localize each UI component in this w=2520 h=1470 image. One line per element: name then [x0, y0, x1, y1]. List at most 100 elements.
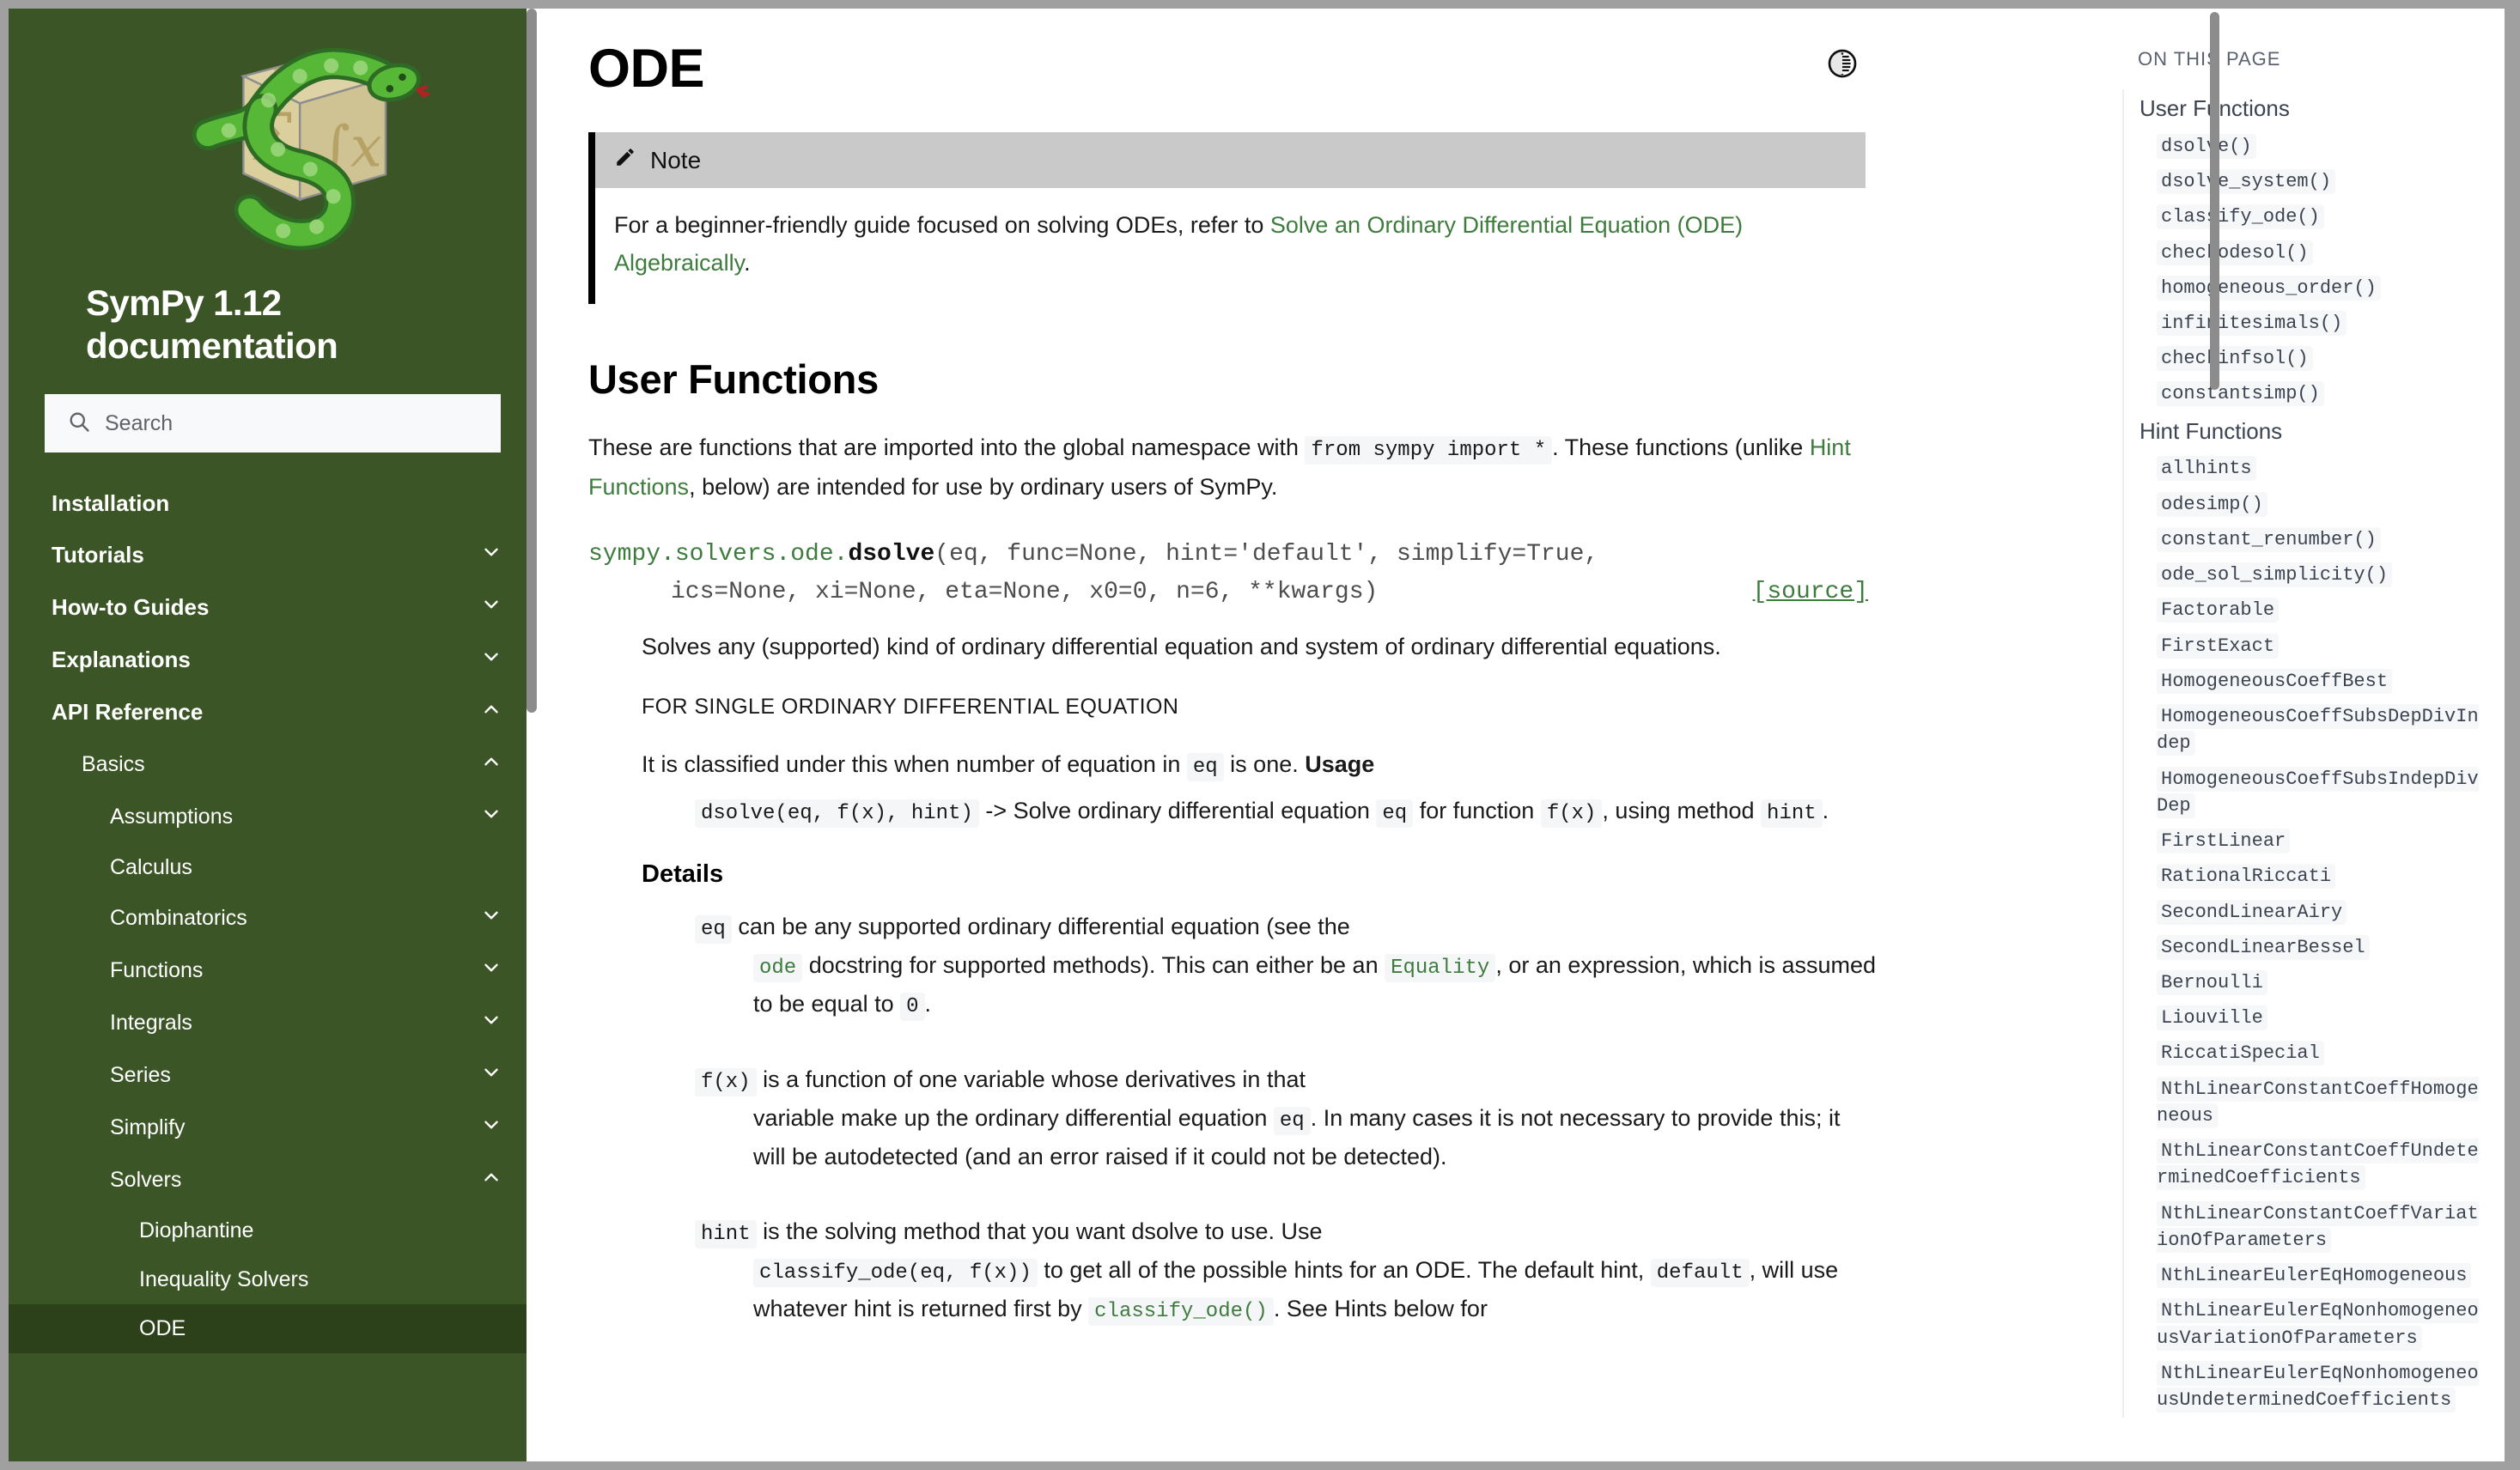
toc-item-homogeneouscoeffbest[interactable]: HomogeneousCoeffBest — [2124, 664, 2480, 699]
toc-item-ode-sol-simplicity-[interactable]: ode_sol_simplicity() — [2124, 557, 2480, 592]
toc-item-firstexact[interactable]: FirstExact — [2124, 629, 2480, 664]
note-title: Note — [650, 146, 702, 173]
toc-item-constant-renumber-[interactable]: constant_renumber() — [2124, 522, 2480, 557]
toc-item-dsolve-[interactable]: dsolve() — [2124, 129, 2480, 164]
toc-item-label: FirstLinear — [2157, 829, 2291, 854]
toc-item-user-functions[interactable]: User Functions — [2124, 89, 2480, 129]
sidebar-item-series[interactable]: Series — [9, 1049, 537, 1102]
toc-item-label: Bernoulli — [2157, 969, 2267, 995]
detail-text: to get all of the possible hints for an … — [1037, 1257, 1651, 1283]
function-description: Solves any (supported) kind of ordinary … — [642, 633, 1721, 659]
detail-code: default — [1650, 1259, 1750, 1287]
chevron-down-icon[interactable] — [480, 1061, 502, 1090]
chevron-down-icon[interactable] — [480, 1114, 502, 1142]
chevron-up-icon[interactable] — [480, 698, 502, 726]
chevron-down-icon[interactable] — [480, 646, 502, 674]
toc-item-liouville[interactable]: Liouville — [2124, 1000, 2480, 1036]
sidebar-item-basics[interactable]: Basics — [9, 738, 537, 791]
note-text-after: . — [744, 249, 751, 276]
toc-item-secondlinearairy[interactable]: SecondLinearAiry — [2124, 895, 2480, 930]
sidebar-item-inequality-solvers[interactable]: Inequality Solvers — [9, 1255, 537, 1304]
sidebar-item-label: Explanations — [52, 647, 191, 673]
sidebar-item-label: Diophantine — [139, 1218, 254, 1243]
toc-item-checkodesol-[interactable]: checkodesol() — [2124, 235, 2480, 270]
sidebar-item-diophantine[interactable]: Diophantine — [9, 1206, 537, 1255]
sidebar-item-tutorials[interactable]: Tutorials — [9, 529, 537, 581]
toc-item-constantsimp-[interactable]: constantsimp() — [2124, 376, 2480, 411]
toc-item-nthlineareulereqhomogeneous[interactable]: NthLinearEulerEqHomogeneous — [2124, 1258, 2480, 1293]
toc-item-checkinfsol-[interactable]: checkinfsol() — [2124, 341, 2480, 376]
sidebar-item-simplify[interactable]: Simplify — [9, 1102, 537, 1154]
sidebar-item-functions[interactable]: Functions — [9, 945, 537, 997]
sidebar-item-assumptions[interactable]: Assumptions — [9, 791, 537, 843]
intro-part-3: , below) are intended for use by ordinar… — [689, 474, 1278, 501]
classified-paragraph: It is classified under this when number … — [642, 745, 1877, 785]
toc-item-nthlineareulereqnonhomogeneousundeterminedcoefficients[interactable]: NthLinearEulerEqNonhomogeneousUndetermin… — [2124, 1356, 2480, 1418]
sidebar-item-solvers[interactable]: Solvers — [9, 1154, 537, 1206]
window-bottom-edge — [0, 1461, 2520, 1470]
toc-item-label: infinitesimals() — [2157, 310, 2347, 336]
chevron-down-icon[interactable] — [480, 957, 502, 985]
sidebar-scrollbar-track[interactable] — [527, 9, 537, 1461]
toc-item-label: SecondLinearAiry — [2157, 899, 2347, 925]
source-link[interactable]: [source] — [1753, 574, 1868, 611]
chevron-down-icon[interactable] — [480, 541, 502, 569]
sidebar-item-explanations[interactable]: Explanations — [9, 634, 537, 686]
toc-item-hint-functions[interactable]: Hint Functions — [2124, 412, 2480, 452]
toc-item-riccatispecial[interactable]: RiccatiSpecial — [2124, 1036, 2480, 1071]
sidebar-item-how-to-guides[interactable]: How-to Guides — [9, 581, 537, 634]
chevron-down-icon[interactable] — [480, 904, 502, 932]
toc-item-label: NthLinearEulerEqNonhomogeneousUndetermin… — [2157, 1360, 2479, 1413]
sidebar-item-integrals[interactable]: Integrals — [9, 997, 537, 1049]
chevron-down-icon[interactable] — [480, 1009, 502, 1037]
sidebar-item-calculus[interactable]: Calculus — [9, 843, 537, 892]
chevron-up-icon[interactable] — [480, 750, 502, 779]
theme-contrast-icon[interactable] — [1825, 46, 1865, 86]
toc-list: User Functions dsolve() dsolve_system() cla… — [2122, 89, 2480, 1418]
note-text-before: For a beginner-friendly guide focused on… — [614, 212, 1270, 238]
function-signature-dsolve: sympy.solvers.ode.dsolve(eq, func=None, … — [588, 536, 1868, 611]
brand-block[interactable]: Σ ∫x 1011 — [9, 9, 537, 367]
chevron-up-icon[interactable] — [480, 1166, 502, 1194]
toc-item-homogeneouscoeffsubsdepdivindep[interactable]: HomogeneousCoeffSubsDepDivIndep — [2124, 699, 2480, 761]
toc-item-homogeneouscoeffsubsindepdivdep[interactable]: HomogeneousCoeffSubsIndepDivDep — [2124, 762, 2480, 823]
toc-item-allhints[interactable]: allhints — [2124, 451, 2480, 486]
rubric-single-ode: FOR SINGLE ORDINARY DIFFERENTIAL EQUATIO… — [642, 695, 1179, 720]
sidebar-item-label: Assumptions — [110, 805, 234, 829]
toc-item-classify-ode-[interactable]: classify_ode() — [2124, 199, 2480, 234]
chevron-down-icon[interactable] — [480, 593, 502, 622]
search-input[interactable]: Search — [45, 394, 501, 453]
sidebar-item-combinatorics[interactable]: Combinatorics — [9, 892, 537, 945]
sidebar-scrollbar-thumb[interactable] — [527, 9, 537, 713]
toc-item-bernoulli[interactable]: Bernoulli — [2124, 965, 2480, 1000]
sidebar-item-ode[interactable]: ODE — [9, 1304, 537, 1354]
signature-args-line-2: ics=None, xi=None, eta=None, x0=0, n=6, … — [671, 579, 1379, 606]
toc-scrollbar-track[interactable] — [2210, 9, 2362, 1461]
toc-item-label: FirstExact — [2157, 633, 2280, 659]
toc-item-label: checkinfsol() — [2157, 346, 2313, 372]
toc-item-label: NthLinearEulerEqHomogeneous — [2157, 1263, 2472, 1289]
toc-item-dsolve-system-[interactable]: dsolve_system() — [2124, 164, 2480, 199]
sidebar-item-installation[interactable]: Installation — [9, 478, 537, 529]
detail-item: hint is the solving method that you want… — [695, 1212, 1877, 1329]
usage-part-3: , using method — [1602, 798, 1762, 824]
toc-item-rationalriccati[interactable]: RationalRiccati — [2124, 859, 2480, 894]
toc-item-firstlinear[interactable]: FirstLinear — [2124, 823, 2480, 859]
toc-scrollbar-thumb[interactable] — [2210, 12, 2219, 390]
toc-item-nthlinearconstantcoeffundeterminedcoefficients[interactable]: NthLinearConstantCoeffUndeterminedCoeffi… — [2124, 1133, 2480, 1195]
usage-label: Usage — [1305, 751, 1375, 778]
toc-item-nthlineareulereqnonhomogeneousvariationofparameters[interactable]: NthLinearEulerEqNonhomogeneousVariationO… — [2124, 1293, 2480, 1355]
toc-item-nthlinearconstantcoeffhomogeneous[interactable]: NthLinearConstantCoeffHomogeneous — [2124, 1072, 2480, 1133]
sidebar-item-label: Basics — [82, 752, 145, 777]
toc-item-homogeneous-order-[interactable]: homogeneous_order() — [2124, 270, 2480, 306]
detail-definition: classify_ode(eq, f(x)) to get all of the… — [695, 1251, 1877, 1329]
toc-item-label: constant_renumber() — [2157, 526, 2381, 552]
chevron-down-icon[interactable] — [480, 803, 502, 831]
toc-item-nthlinearconstantcoeffvariationofparameters[interactable]: NthLinearConstantCoeffVariationOfParamet… — [2124, 1196, 2480, 1258]
toc-item-factorable[interactable]: Factorable — [2124, 592, 2480, 628]
sidebar-item-label: Integrals — [110, 1011, 192, 1036]
sidebar-item-api-reference[interactable]: API Reference — [9, 686, 537, 738]
toc-item-infinitesimals-[interactable]: infinitesimals() — [2124, 306, 2480, 341]
toc-item-secondlinearbessel[interactable]: SecondLinearBessel — [2124, 930, 2480, 965]
toc-item-odesimp-[interactable]: odesimp() — [2124, 487, 2480, 522]
